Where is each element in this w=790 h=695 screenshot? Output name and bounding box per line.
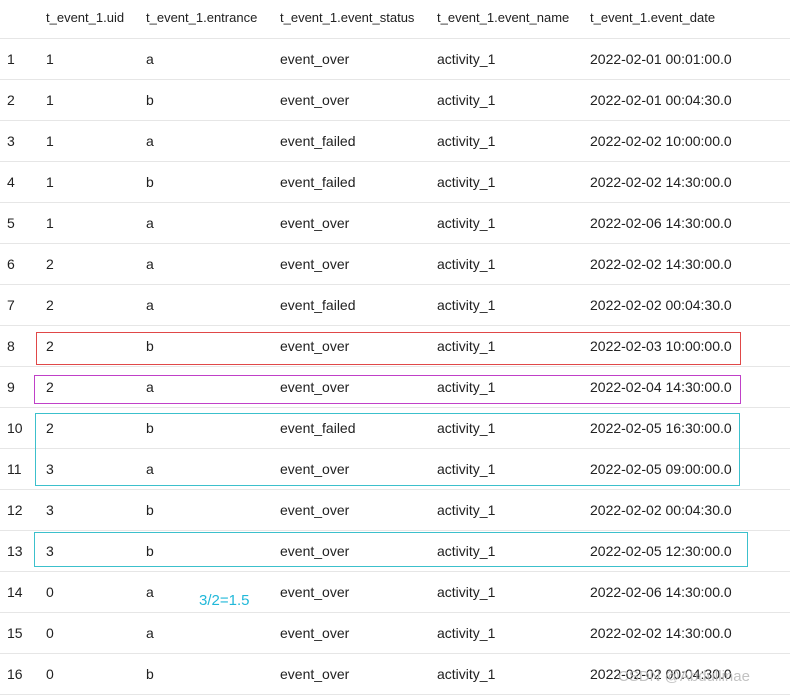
row-number: 9 — [7, 379, 15, 395]
cell-uid: 1 — [46, 215, 54, 231]
row-number: 16 — [7, 666, 23, 682]
row-number: 3 — [7, 133, 15, 149]
cell-event-name: activity_1 — [437, 174, 496, 190]
column-header-event-date[interactable]: t_event_1.event_date — [590, 10, 715, 25]
cell-uid: 0 — [46, 666, 54, 682]
table-row[interactable]: 14 0 a event_over activity_1 2022-02-06 14:30… — [0, 572, 790, 613]
cell-event-status: event_over — [280, 666, 350, 682]
cell-event-name: activity_1 — [437, 92, 496, 108]
cell-event-status: event_failed — [280, 133, 356, 149]
cell-event-status: event_over — [280, 51, 350, 67]
cell-uid: 1 — [46, 133, 54, 149]
annotation-ratio-text: 3/2=1.5 — [199, 592, 250, 609]
column-header-entrance[interactable]: t_event_1.entrance — [146, 10, 257, 25]
cell-uid: 1 — [46, 51, 54, 67]
cell-entrance: b — [146, 666, 154, 682]
highlight-box-row-8 — [36, 332, 741, 365]
cell-uid: 0 — [46, 584, 54, 600]
cell-uid: 0 — [46, 625, 54, 641]
row-number: 5 — [7, 215, 15, 231]
table-row[interactable]: 15 0 a event_over activity_1 2022-02-02 14:30… — [0, 613, 790, 654]
table-row[interactable]: 7 2 a event_failed activity_1 2022-02-02 00:0… — [0, 285, 790, 326]
cell-entrance: a — [146, 297, 154, 313]
cell-entrance: a — [146, 256, 154, 272]
table-row[interactable]: 5 1 a event_over activity_1 2022-02-06 14:30:… — [0, 203, 790, 244]
cell-event-date: 2022-02-02 00:04:30.0 — [590, 297, 732, 313]
cell-entrance: b — [146, 92, 154, 108]
highlight-box-rows-10-11 — [35, 413, 740, 486]
table-row[interactable]: 12 3 b event_over activity_1 2022-02-02 00:04… — [0, 490, 790, 531]
cell-entrance: a — [146, 584, 154, 600]
cell-event-name: activity_1 — [437, 666, 496, 682]
row-number: 2 — [7, 92, 15, 108]
cell-event-status: event_failed — [280, 174, 356, 190]
cell-uid: 1 — [46, 92, 54, 108]
column-header-event-name[interactable]: t_event_1.event_name — [437, 10, 569, 25]
cell-event-name: activity_1 — [437, 502, 496, 518]
cell-event-date: 2022-02-01 00:04:30.0 — [590, 92, 732, 108]
cell-event-date: 2022-02-02 00:04:30.0 — [590, 502, 732, 518]
cell-event-name: activity_1 — [437, 133, 496, 149]
cell-event-date: 2022-02-06 14:30:00.0 — [590, 584, 732, 600]
row-number: 13 — [7, 543, 23, 559]
cell-event-date: 2022-02-06 14:30:00.0 — [590, 215, 732, 231]
column-header-event-status[interactable]: t_event_1.event_status — [280, 10, 414, 25]
cell-entrance: b — [146, 174, 154, 190]
row-number: 8 — [7, 338, 15, 354]
column-header-uid[interactable]: t_event_1.uid — [46, 10, 124, 25]
row-number: 15 — [7, 625, 23, 641]
cell-event-date: 2022-02-02 14:30:00.0 — [590, 174, 732, 190]
row-number: 6 — [7, 256, 15, 272]
cell-event-name: activity_1 — [437, 297, 496, 313]
cell-uid: 3 — [46, 502, 54, 518]
table-row[interactable]: 4 1 b event_failed activity_1 2022-02-02 14:3… — [0, 162, 790, 203]
cell-event-status: event_over — [280, 625, 350, 641]
row-number: 10 — [7, 420, 23, 436]
cell-entrance: a — [146, 133, 154, 149]
cell-uid: 2 — [46, 256, 54, 272]
cell-event-name: activity_1 — [437, 215, 496, 231]
highlight-box-row-13 — [34, 532, 748, 567]
watermark-text: CSDN @Abdullinae — [618, 668, 750, 685]
row-number: 12 — [7, 502, 23, 518]
cell-event-status: event_over — [280, 215, 350, 231]
cell-event-status: event_over — [280, 256, 350, 272]
cell-event-name: activity_1 — [437, 51, 496, 67]
cell-event-date: 2022-02-02 14:30:00.0 — [590, 256, 732, 272]
cell-uid: 1 — [46, 174, 54, 190]
cell-entrance: b — [146, 502, 154, 518]
table-row[interactable]: 6 2 a event_over activity_1 2022-02-02 14:30:… — [0, 244, 790, 285]
cell-event-status: event_over — [280, 502, 350, 518]
cell-entrance: a — [146, 215, 154, 231]
cell-uid: 2 — [46, 297, 54, 313]
cell-event-status: event_over — [280, 92, 350, 108]
row-number: 4 — [7, 174, 15, 190]
cell-event-name: activity_1 — [437, 256, 496, 272]
table-row[interactable]: 3 1 a event_failed activity_1 2022-02-02 10:0… — [0, 121, 790, 162]
table-row[interactable]: 2 1 b event_over activity_1 2022-02-01 00:04:… — [0, 80, 790, 121]
highlight-box-row-9 — [34, 375, 741, 404]
table-row[interactable]: 1 1 a event_over activity_1 2022-02-01 00:01:… — [0, 39, 790, 80]
cell-event-date: 2022-02-02 14:30:00.0 — [590, 625, 732, 641]
cell-event-name: activity_1 — [437, 584, 496, 600]
row-number: 1 — [7, 51, 15, 67]
row-number: 11 — [7, 461, 22, 477]
cell-entrance: a — [146, 51, 154, 67]
cell-event-name: activity_1 — [437, 625, 496, 641]
cell-entrance: a — [146, 625, 154, 641]
row-number: 7 — [7, 297, 15, 313]
row-number: 14 — [7, 584, 23, 600]
cell-event-status: event_over — [280, 584, 350, 600]
cell-event-date: 2022-02-01 00:01:00.0 — [590, 51, 732, 67]
cell-event-date: 2022-02-02 10:00:00.0 — [590, 133, 732, 149]
query-result-table: t_event_1.uid t_event_1.entrance t_event… — [0, 0, 790, 695]
cell-event-status: event_failed — [280, 297, 356, 313]
